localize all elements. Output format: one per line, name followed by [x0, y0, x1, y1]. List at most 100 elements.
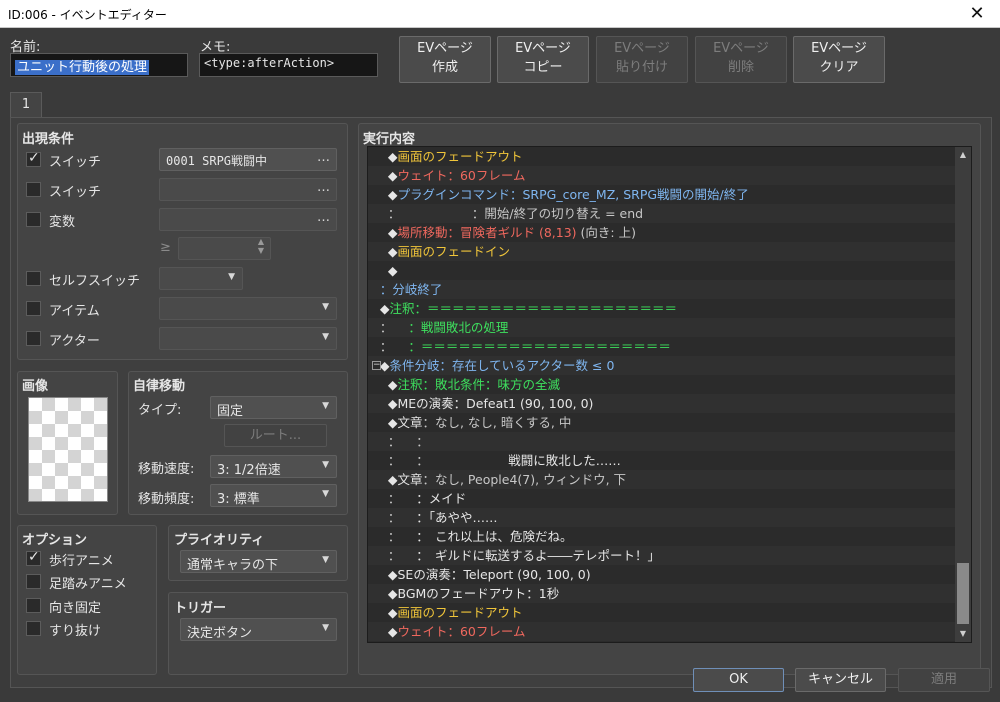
spin-arrows-icon[interactable]: ▲ ▼	[258, 238, 264, 255]
chevron-down-icon: ▼	[322, 332, 329, 342]
command-row[interactable]: ◆プラグインコマンド：SRPG_core_MZ, SRPG戦闘の開始/終了	[368, 185, 956, 204]
command-row[interactable]: ： ： これ以上は、危険だね。	[368, 527, 956, 546]
command-text: ： ：	[368, 434, 429, 449]
command-row[interactable]: ◆画面のフェードイン	[368, 242, 956, 261]
command-text: 画面のフェードイン	[397, 244, 510, 259]
stepping-anime-checkbox[interactable]	[26, 574, 41, 589]
through-checkbox[interactable]	[26, 621, 41, 636]
collapse-icon[interactable]: −	[372, 361, 381, 370]
command-row[interactable]: ◆注釈：＝＝＝＝＝＝＝＝＝＝＝＝＝＝＝＝＝＝＝＝	[368, 299, 956, 318]
command-row[interactable]: ◆ウェイト：60フレーム	[368, 166, 956, 185]
move-type-value: 固定	[217, 404, 244, 419]
command-row[interactable]: ： ：	[368, 432, 956, 451]
ev-page-create-button[interactable]: EVページ 作成	[399, 36, 491, 83]
actor-select[interactable]: ▼	[159, 327, 337, 350]
direction-fix-checkbox[interactable]	[26, 598, 41, 613]
self-switch-label: セルフスイッチ	[49, 274, 141, 289]
command-list[interactable]: ◆画面のフェードアウト ◆ウェイト：60フレーム ◆プラグインコマンド：SRPG…	[367, 146, 972, 643]
move-frequency-label: 移動頻度:	[138, 492, 195, 507]
self-switch-checkbox[interactable]	[26, 271, 41, 286]
command-row[interactable]: ◆画面のフェードアウト	[368, 147, 956, 166]
command-text: ◆	[368, 624, 398, 639]
ev-page-copy-line2: コピー	[523, 60, 563, 75]
switch2-ellipsis-icon: …	[317, 180, 330, 195]
command-row[interactable]: ： ：開始/終了の切り替え = end	[368, 204, 956, 223]
command-row[interactable]: ： ：メイド	[368, 489, 956, 508]
command-row[interactable]: ： ：「あやや……	[368, 508, 956, 527]
command-row[interactable]: ◆SEの演奏：Teleport (90, 100, 0)	[368, 565, 956, 584]
switch1-checkbox[interactable]	[26, 150, 41, 167]
command-row[interactable]: ◆画面のフェードアウト	[368, 603, 956, 622]
command-row[interactable]: ◆場所移動：冒険者ギルド (8,13) (向き: 上)	[368, 223, 956, 242]
command-row[interactable]: ： ： 戦闘に敗北した……	[368, 451, 956, 470]
command-text: ： ：	[368, 453, 509, 468]
actor-label: アクター	[49, 334, 100, 349]
command-row[interactable]: ： ：＝＝＝＝＝＝＝＝＝＝＝＝＝＝＝＝＝＝＝＝	[368, 337, 956, 356]
apply-button[interactable]: 適用	[898, 668, 990, 692]
direction-fix-label: 向き固定	[49, 601, 102, 616]
command-text: 画面のフェードアウト	[397, 149, 523, 164]
priority-select[interactable]: 通常キャラの下 ▼	[180, 550, 337, 573]
trigger-select[interactable]: 決定ボタン ▼	[180, 618, 337, 641]
trigger-value: 決定ボタン	[187, 626, 253, 641]
route-button[interactable]: ルート...	[224, 424, 327, 447]
command-row[interactable]: ◆BGMのフェードアウト：1秒	[368, 584, 956, 603]
item-select[interactable]: ▼	[159, 297, 337, 320]
command-row[interactable]: ：分岐終了	[368, 280, 956, 299]
command-row[interactable]: ◆注釈：敗北条件：味方の全滅	[368, 375, 956, 394]
ev-page-delete-line1: EVページ	[713, 41, 769, 56]
command-text: ：	[368, 510, 417, 525]
scroll-up-icon[interactable]: ▲	[955, 147, 971, 163]
variable-field[interactable]: …	[159, 208, 337, 231]
cancel-button[interactable]: キャンセル	[795, 668, 886, 692]
move-frequency-select[interactable]: 3: 標準 ▼	[210, 484, 337, 507]
actor-checkbox[interactable]	[26, 331, 41, 346]
walking-anime-checkbox[interactable]	[26, 549, 41, 566]
ev-page-create-line2: 作成	[431, 60, 458, 75]
stepping-anime-label: 足踏みアニメ	[49, 577, 127, 592]
item-checkbox[interactable]	[26, 301, 41, 316]
switch2-field[interactable]: …	[159, 178, 337, 201]
name-input[interactable]: ユニット行動後の処理	[10, 53, 188, 77]
variable-checkbox[interactable]	[26, 212, 41, 227]
memo-input[interactable]: <type:afterAction>	[199, 53, 378, 77]
command-row[interactable]: − ◆条件分岐：存在しているアクター数 ≤ 0	[368, 356, 956, 375]
command-text: ◆BGMのフェードアウト：1秒	[368, 586, 560, 601]
page-tab-1[interactable]: 1	[10, 92, 42, 118]
trigger-title: トリガー	[174, 601, 227, 616]
ev-page-copy-line1: EVページ	[515, 41, 571, 56]
command-row[interactable]: ◆ウェイト：60フレーム	[368, 622, 956, 641]
command-row[interactable]: ◆	[368, 261, 956, 280]
scroll-down-icon[interactable]: ▼	[955, 626, 971, 642]
command-row[interactable]: ： ：戦闘敗北の処理	[368, 318, 956, 337]
command-text: ◆	[368, 149, 398, 164]
command-row[interactable]: ◆MEの演奏：Defeat1 (90, 100, 0)	[368, 394, 956, 413]
ev-page-delete-button[interactable]: EVページ 削除	[695, 36, 787, 83]
switch1-field[interactable]: 0001 SRPG戦闘中 …	[159, 148, 337, 171]
ev-page-copy-button[interactable]: EVページ コピー	[497, 36, 589, 83]
close-icon[interactable]: ✕	[954, 0, 1000, 28]
command-text: 注釈：＝＝＝＝＝＝＝＝＝＝＝＝＝＝＝＝＝＝＝＝	[389, 301, 678, 316]
ok-button[interactable]: OK	[693, 668, 784, 692]
conditions-title: 出現条件	[22, 132, 75, 147]
self-switch-select[interactable]: ▼	[159, 267, 243, 290]
move-speed-label: 移動速度:	[138, 462, 195, 477]
move-type-select[interactable]: 固定 ▼	[210, 396, 337, 419]
scroll-thumb[interactable]	[957, 563, 969, 624]
ev-page-paste-button[interactable]: EVページ 貼り付け	[596, 36, 688, 83]
move-speed-select[interactable]: 3: 1/2倍速 ▼	[210, 455, 337, 478]
command-row[interactable]: ◆文章：なし, なし, 暗くする, 中	[368, 413, 956, 432]
command-row[interactable]: ◆文章：なし, People4(7), ウィンドウ, 下	[368, 470, 956, 489]
ge-symbol: ≥	[160, 240, 171, 255]
variable-value-spin[interactable]: ▲ ▼	[178, 237, 271, 260]
command-text: ◆文章	[368, 415, 423, 430]
command-row[interactable]: ： ： ギルドに転送するよ――テレポート！」	[368, 546, 956, 565]
switch2-checkbox[interactable]	[26, 182, 41, 197]
list-scrollbar[interactable]: ▲ ▼	[955, 147, 971, 642]
command-text: (向き: 上)	[576, 225, 636, 240]
switch1-value: 0001 SRPG戦闘中	[166, 154, 268, 168]
image-preview[interactable]	[28, 397, 108, 502]
ev-page-clear-button[interactable]: EVページ クリア	[793, 36, 885, 83]
command-text: ◆	[368, 168, 398, 183]
command-text: 注釈：敗北条件：味方の全滅	[397, 377, 560, 392]
